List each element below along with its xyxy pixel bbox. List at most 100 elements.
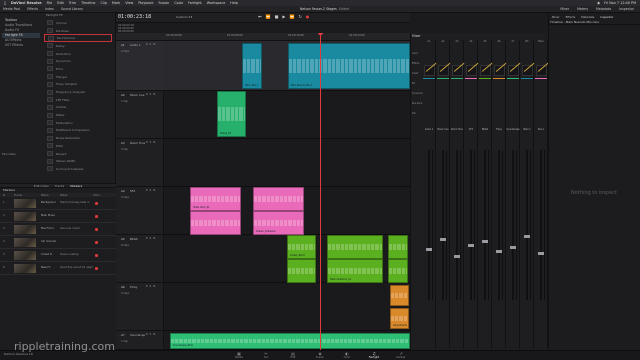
timeline-tracks[interactable]: Main_Take_1 Main Nuendo Mix_1 Dialog_03 Hos… — [164, 41, 410, 350]
menu-clip[interactable]: Clip — [100, 1, 106, 5]
fx-item[interactable]: Modulation — [44, 119, 112, 127]
meters-toggle[interactable]: Meters — [577, 7, 588, 11]
mixer-channel-name[interactable]: Music Cue — [436, 128, 450, 131]
fx-item[interactable]: Multiband Compressor — [44, 127, 112, 135]
media-pool-button[interactable]: Media Pool — [3, 7, 20, 11]
eq-curve-thumbnail[interactable] — [465, 65, 477, 76]
page-tab-edit[interactable]: ▤ Edit — [278, 352, 308, 360]
fx-item[interactable]: De-Esser — [44, 27, 112, 35]
audio-clip[interactable]: Creeks_Wood — [287, 235, 316, 259]
fx-item[interactable]: Surround Analyzer — [44, 165, 112, 173]
menu-clock[interactable]: Fri Nov 7 12:40 PM — [604, 1, 636, 5]
track-header[interactable]: A2 Music Cue 1 Clip R S M — [116, 91, 164, 139]
audio-clip[interactable]: Mesh ambience_01 — [327, 259, 383, 283]
audio-clip[interactable] — [388, 235, 408, 259]
track-header[interactable]: A6 Foley 2 Clips R S M — [116, 283, 164, 331]
fader-track[interactable] — [512, 150, 514, 300]
stop-icon[interactable]: ■ — [275, 14, 279, 19]
page-tab-media[interactable]: ▦ Media — [224, 352, 254, 360]
fx-item[interactable]: Distortion — [44, 50, 112, 58]
fader-track[interactable] — [498, 150, 500, 300]
menu-color[interactable]: Color — [174, 1, 183, 5]
fader-track[interactable] — [484, 150, 486, 300]
mixer-channel-name[interactable]: Audio 1 — [422, 128, 436, 131]
mixer-channel-name[interactable]: SFX — [464, 128, 478, 131]
tab-markers[interactable]: Markers — [70, 184, 82, 188]
track-name[interactable]: SFX — [130, 189, 145, 193]
eq-curve-thumbnail[interactable] — [437, 65, 449, 76]
page-tab-color[interactable]: ◐ Color — [332, 352, 362, 360]
eq-curve-thumbnail[interactable] — [451, 65, 463, 76]
track-name[interactable]: Foley — [130, 285, 145, 289]
apple-icon[interactable]:  — [4, 1, 6, 5]
menu-edit[interactable]: Edit — [57, 1, 64, 5]
fx-item[interactable]: Noise Reduction — [44, 134, 112, 142]
fader-track[interactable] — [428, 150, 430, 300]
record-icon[interactable]: ● — [306, 14, 310, 19]
solo-icon[interactable]: S — [150, 285, 152, 288]
record-arm-icon[interactable]: R — [146, 141, 148, 144]
track-name[interactable]: Soundscape — [130, 333, 145, 337]
page-tab-fusion[interactable]: ◈ Fusion — [305, 352, 335, 360]
mixer-channel-name[interactable]: Foley — [492, 128, 506, 131]
timecode-display[interactable]: 01:00:23:18 — [118, 14, 151, 20]
fx-item[interactable]: Dynamics — [44, 57, 112, 65]
menu-view[interactable]: View — [125, 1, 133, 5]
record-arm-icon[interactable]: R — [146, 93, 148, 96]
playhead[interactable] — [320, 33, 321, 350]
mute-icon[interactable]: M — [153, 93, 155, 96]
solo-icon[interactable]: S — [150, 93, 152, 96]
mute-icon[interactable]: M — [153, 43, 155, 46]
eq-curve-thumbnail[interactable] — [507, 65, 519, 76]
audio-clip[interactable]: Main_Take_1 — [242, 43, 262, 89]
solo-icon[interactable]: S — [150, 237, 152, 240]
solo-icon[interactable]: S — [150, 43, 152, 46]
mute-icon[interactable]: M — [153, 141, 155, 144]
audio-clip[interactable] — [327, 235, 383, 259]
track-name[interactable]: Room Tone — [130, 141, 145, 145]
audio-clip[interactable] — [390, 285, 409, 306]
bin-vst-effects[interactable]: VST Effects — [2, 43, 40, 48]
mute-icon[interactable]: M — [153, 333, 155, 336]
tab-mixer[interactable]: Mixer — [552, 15, 560, 19]
mute-icon[interactable]: M — [153, 189, 155, 192]
fx-item[interactable]: Meter — [44, 111, 112, 119]
fx-item[interactable]: Frequency Analyzer — [44, 88, 112, 96]
fx-item[interactable]: Delay — [44, 42, 112, 50]
fx-item[interactable]: Reverb — [44, 150, 112, 158]
rewind-icon[interactable]: ⏪ — [266, 14, 271, 19]
fx-item[interactable]: Echo — [44, 65, 112, 73]
mixer-channel-name[interactable]: Room Tone — [450, 128, 464, 131]
track-lane[interactable] — [164, 139, 410, 187]
timeline-selector[interactable]: Custom 23 — [176, 15, 192, 19]
track-name[interactable]: BKGS — [130, 237, 145, 241]
wifi-icon[interactable]: ◉ — [597, 1, 600, 5]
record-arm-icon[interactable]: R — [146, 285, 148, 288]
track-header[interactable]: A5 BKGS 8 Clips R S M — [116, 235, 164, 283]
audio-clip[interactable] — [253, 187, 304, 211]
track-lane[interactable] — [164, 91, 410, 139]
mixer-channel-name[interactable]: BKGS — [478, 128, 492, 131]
menu-fairlight[interactable]: Fairlight — [188, 1, 202, 5]
mute-icon[interactable]: M — [153, 237, 155, 240]
audio-clip[interactable]: Gang Boards — [390, 308, 409, 329]
solo-icon[interactable]: S — [150, 141, 152, 144]
audio-clip[interactable] — [287, 259, 316, 283]
solo-icon[interactable]: S — [150, 189, 152, 192]
page-tab-deliver[interactable]: ↗ Deliver — [386, 352, 416, 360]
fx-item[interactable]: Chorus — [44, 19, 112, 27]
eq-curve-thumbnail[interactable] — [535, 65, 547, 76]
effects-button[interactable]: Effects — [27, 7, 38, 11]
audio-clip[interactable]: Soundscape_Wide — [170, 333, 410, 349]
eq-curve-thumbnail[interactable] — [423, 65, 435, 76]
mixer-channel-name[interactable]: Soundscape — [506, 128, 520, 131]
timeline-ruler[interactable]: 01:00:00:00 01:00:08:00 01:00:16:00 01:00:2… — [116, 33, 426, 41]
loop-icon[interactable]: ↻ — [298, 14, 301, 19]
record-arm-icon[interactable]: R — [146, 43, 148, 46]
tab-inspector[interactable]: Inspector — [600, 15, 613, 19]
record-arm-icon[interactable]: R — [146, 237, 148, 240]
play-icon[interactable]: ▶ — [282, 14, 285, 19]
fx-item[interactable]: LFE Filter — [44, 96, 112, 104]
track-header[interactable]: A7 Soundscape1 Clip RSM — [116, 331, 164, 350]
index-button[interactable]: Index — [45, 7, 54, 11]
